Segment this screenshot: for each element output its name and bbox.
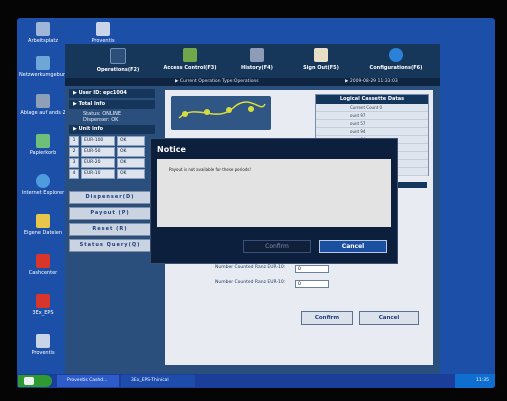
dispenser-row: Dispenser: OK <box>83 117 119 123</box>
desktop-icon-cashcenter[interactable]: Cashcenter <box>19 254 67 276</box>
cassette-row: ount 94 <box>316 128 428 136</box>
desktop-icon-netzwerk[interactable]: Netzwerkumgebung <box>19 56 69 78</box>
clock: 11:35 <box>476 378 489 383</box>
desktop-icon-eigene-dateien[interactable]: Eigene Dateien <box>19 214 67 236</box>
computer-icon <box>36 22 50 36</box>
notice-title: Notice <box>157 145 186 154</box>
unit-row: 4 EUR-10 OK <box>69 169 155 179</box>
notice-cancel-button[interactable]: Cancel <box>319 240 387 253</box>
folder-icon <box>36 214 50 228</box>
menu-sign-out[interactable]: Sign Out(F5) <box>291 46 351 76</box>
unit-row: 3 EUR-20 OK <box>69 158 155 168</box>
status-query-button[interactable]: Status Query(Q) <box>69 239 151 252</box>
menu-operations[interactable]: Operations(F2) <box>85 46 151 76</box>
app-icon <box>36 334 50 348</box>
logical-cassette-title: Logical Cassette Datas <box>316 95 428 104</box>
system-tray: 11:35 <box>455 374 495 388</box>
cassette-row: ount 57 <box>316 120 428 128</box>
form-cancel-button[interactable]: Cancel <box>359 311 419 325</box>
payout-button[interactable]: Payout (P) <box>69 207 151 220</box>
field-label: Number Counted Ranz EUR-10: <box>215 280 286 285</box>
recycle-bin-icon <box>36 134 50 148</box>
dispenser-diagram <box>178 101 266 119</box>
windows-logo-icon <box>24 377 34 385</box>
user-id-header: ▶ User ID: epc1004 <box>69 89 155 98</box>
start-button[interactable] <box>18 375 52 387</box>
history-icon <box>250 48 264 62</box>
desktop-icon-ablage[interactable]: Ablage auf ands 2 <box>19 94 67 116</box>
desktop-icon-papierkorb[interactable]: Papierkorb <box>19 134 67 156</box>
desktop: Arbeitsplatz Proventis CashCenter 3.6 Ne… <box>17 18 495 388</box>
cassette-row: ount 97 <box>316 112 428 120</box>
notice-body: Payout is not available for these period… <box>157 159 391 227</box>
total-info-header: ▶ Total Info <box>69 100 155 109</box>
desktop-icon-3ex-eps[interactable]: 3Ex_EPS <box>19 294 67 316</box>
unit-row: 1 EUR-100 OK <box>69 136 155 146</box>
left-panel: ▶ User ID: epc1004 ▶ Total Info Status: … <box>69 89 155 359</box>
banknote-count-input[interactable]: 0 <box>295 280 329 288</box>
banknote-count-input[interactable]: 0 <box>295 265 329 273</box>
desktop-icon-arbeitsplatz[interactable]: Arbeitsplatz <box>19 22 67 44</box>
status-bar: ▶ Current Operation Type:Operations ▶ 20… <box>65 78 440 86</box>
taskbar: Proventis Cashd... 3Ex_EPS-Thinical 11:3… <box>17 374 495 388</box>
access-control-icon <box>183 48 197 62</box>
app-icon <box>36 294 50 308</box>
dispenser-button[interactable]: Dispenser(D) <box>69 191 151 204</box>
taskbar-item-3ex-eps[interactable]: 3Ex_EPS-Thinical <box>121 375 195 387</box>
monitor-photo: Arbeitsplatz Proventis CashCenter 3.6 Ne… <box>0 0 507 401</box>
menu-configurations[interactable]: Configurations(F6) <box>357 46 435 76</box>
menu-bar: Operations(F2) Access Control(F3) Histor… <box>65 44 440 78</box>
reset-button[interactable]: Reset (R) <box>69 223 151 236</box>
app-icon <box>96 22 110 36</box>
configurations-icon <box>389 48 403 62</box>
operations-icon <box>110 48 126 64</box>
cassette-row: Current Count 0 <box>316 104 428 112</box>
unit-info-header: ▶ Unit Info <box>69 125 155 134</box>
notice-confirm-button[interactable]: Confirm <box>243 240 311 253</box>
form-confirm-button[interactable]: Confirm <box>301 311 353 325</box>
folder-icon <box>36 94 50 108</box>
desktop-icon-proventis[interactable]: Proventis <box>19 334 67 356</box>
notice-dialog: Notice Payout is not available for these… <box>150 138 398 264</box>
internet-explorer-icon <box>36 174 50 188</box>
sign-out-icon <box>314 48 328 62</box>
unit-row: 2 EUR-50 OK <box>69 147 155 157</box>
app-icon <box>36 254 50 268</box>
network-icon <box>36 56 50 70</box>
notice-message: Payout is not available for these period… <box>169 167 252 172</box>
taskbar-item-proventis[interactable]: Proventis Cashd... <box>57 375 119 387</box>
field-label: Number Counted Ranz EUR-10: <box>215 265 286 270</box>
desktop-icon-internet-explorer[interactable]: Internet Explorer <box>19 174 67 196</box>
dispenser-graphic <box>171 96 271 130</box>
menu-history[interactable]: History(F4) <box>229 46 285 76</box>
menu-access-control[interactable]: Access Control(F3) <box>157 46 223 76</box>
